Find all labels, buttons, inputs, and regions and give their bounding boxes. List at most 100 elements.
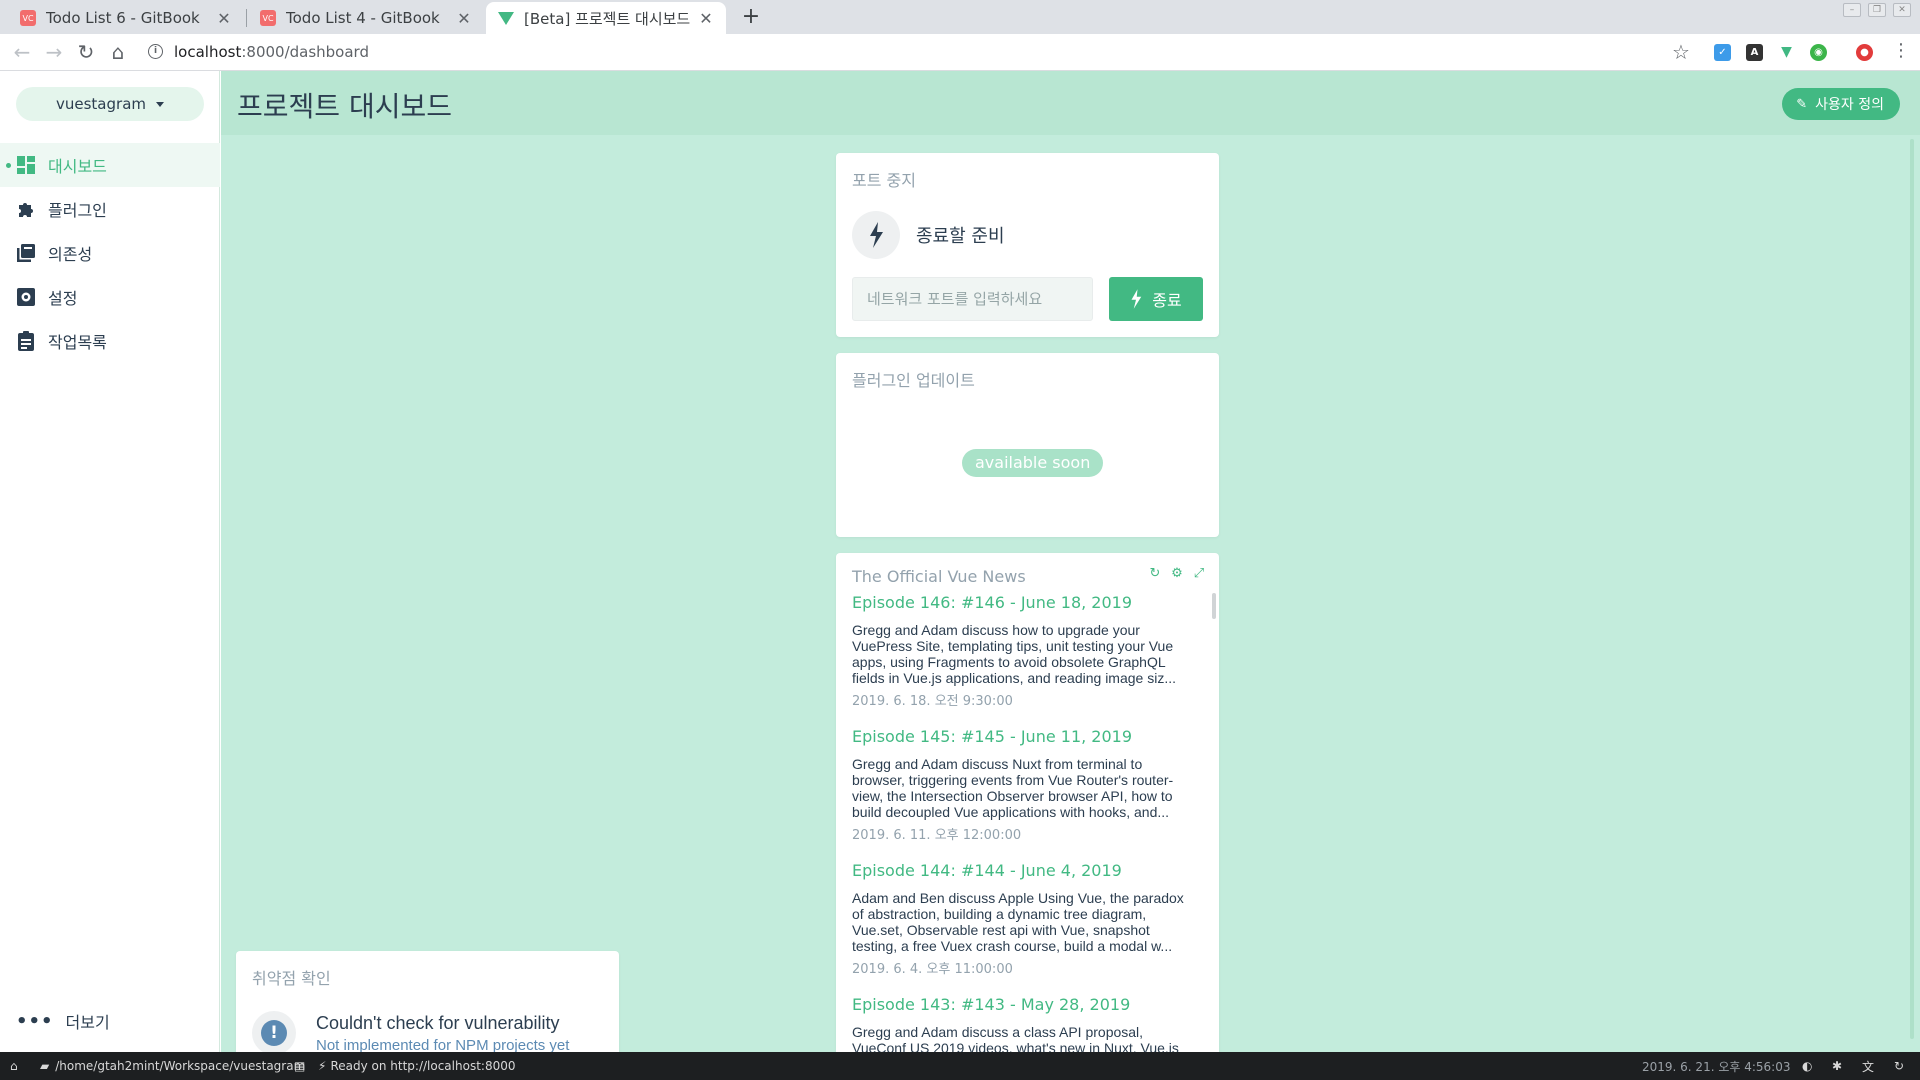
pencil-icon: ✎ <box>1796 96 1808 112</box>
minimize-button[interactable]: – <box>1843 3 1861 17</box>
tab-divider <box>246 9 247 27</box>
bookmark-star-icon[interactable]: ☆ <box>1672 40 1690 64</box>
info-icon[interactable]: i <box>148 44 163 59</box>
news-item[interactable]: Episode 144: #144 - June 4, 2019 Adam an… <box>852 861 1192 977</box>
home-icon[interactable]: ⌂ <box>10 1052 18 1080</box>
lightning-icon <box>1131 289 1142 309</box>
reload-button[interactable]: ↻ <box>72 38 100 66</box>
caret-down-icon <box>156 101 164 107</box>
news-title[interactable]: Episode 146: #146 - June 18, 2019 <box>852 593 1192 612</box>
news-title[interactable]: Episode 145: #145 - June 11, 2019 <box>852 727 1192 746</box>
puzzle-icon <box>16 199 36 219</box>
project-path-label: /home/gtah2mint/Workspace/vuestagram <box>55 1059 306 1073</box>
scrollbar[interactable] <box>1910 139 1914 1039</box>
close-icon[interactable]: ✕ <box>216 9 232 28</box>
sidebar-item-label: 플러그인 <box>48 201 107 220</box>
kill-port-status: 종료할 준비 <box>916 226 1005 247</box>
sidebar-item-tasks[interactable]: 작업목록 <box>0 319 220 363</box>
console-icon[interactable]: ▤ <box>294 1052 305 1080</box>
project-name: vuestagram <box>56 95 146 113</box>
gear-icon[interactable]: ⚙ <box>1169 565 1185 581</box>
project-selector[interactable]: vuestagram <box>16 87 204 121</box>
sidebar-item-label: 작업목록 <box>48 333 107 352</box>
browser-toolbar: ← → ↻ ⌂ i localhost:8000/dashboard ☆ ✓ A… <box>0 34 1920 71</box>
customize-button[interactable]: ✎ 사용자 정의 <box>1782 88 1900 120</box>
extension-icon[interactable]: ● <box>1856 44 1873 61</box>
address-bar[interactable]: localhost:8000/dashboard <box>174 43 369 61</box>
dark-mode-icon[interactable]: ◐ <box>1802 1052 1812 1080</box>
browser-tab[interactable]: VC Todo List 4 - GitBook ✕ <box>248 2 484 34</box>
news-item[interactable]: Episode 145: #145 - June 11, 2019 Gregg … <box>852 727 1192 843</box>
clock-label: 2019. 6. 21. 오후 4:56:03 <box>1642 1059 1791 1074</box>
sidebar-item-label: 의존성 <box>48 245 93 264</box>
alert-icon: ! <box>252 1011 296 1052</box>
browser-tab[interactable]: VC Todo List 6 - GitBook ✕ <box>8 2 244 34</box>
server-status: ⚡ Ready on http://localhost:8000 <box>318 1052 515 1080</box>
gitbook-icon: VC <box>260 10 276 26</box>
sidebar-item-label: 대시보드 <box>48 157 107 176</box>
home-button[interactable]: ⌂ <box>104 38 132 66</box>
tab-title: [Beta] 프로젝트 대시보드 - <box>524 9 692 28</box>
vulnerability-widget: 취약점 확인 ! Couldn't check for vulnerabilit… <box>236 951 619 1052</box>
kill-port-widget: 포트 중지 종료할 준비 종료 <box>836 153 1219 337</box>
news-description: Gregg and Adam discuss Nuxt from termina… <box>852 756 1174 820</box>
sidebar-item-label: 설정 <box>48 289 78 308</box>
folder-icon: ▰ <box>40 1059 50 1073</box>
refresh-icon[interactable]: ↻ <box>1147 565 1163 581</box>
news-title[interactable]: Episode 144: #144 - June 4, 2019 <box>852 861 1192 880</box>
widget-title: 취약점 확인 <box>252 969 331 988</box>
status-bar: ⌂ ▰ /home/gtah2mint/Workspace/vuestagram… <box>0 1052 1920 1080</box>
news-date: 2019. 6. 11. 오후 12:00:00 <box>852 828 1022 843</box>
clipboard-icon <box>16 331 36 351</box>
sidebar-item-settings[interactable]: 설정 <box>0 275 220 319</box>
tab-title: Todo List 6 - GitBook <box>46 9 200 27</box>
status-badge: available soon <box>962 449 1104 477</box>
news-description: Gregg and Adam discuss a class API propo… <box>852 1024 1179 1052</box>
news-description: Gregg and Adam discuss how to upgrade yo… <box>852 622 1176 686</box>
news-date: 2019. 6. 18. 오전 9:30:00 <box>852 694 1013 709</box>
extension-icon[interactable]: ✓ <box>1714 44 1731 61</box>
widget-title: The Official Vue News <box>852 567 1026 586</box>
close-icon[interactable]: ✕ <box>456 9 472 28</box>
news-item[interactable]: Episode 146: #146 - June 18, 2019 Gregg … <box>852 593 1192 709</box>
widget-actions: ↻ ⚙ ⤢ <box>1147 565 1207 581</box>
close-icon[interactable]: ✕ <box>698 9 714 28</box>
more-dots-icon: ••• <box>16 1010 54 1032</box>
more-label: 더보기 <box>65 1013 110 1032</box>
kill-button[interactable]: 종료 <box>1109 277 1203 321</box>
server-status-label: Ready on http://localhost:8000 <box>330 1059 516 1073</box>
gitbook-icon: VC <box>20 10 36 26</box>
widget-title: 포트 중지 <box>852 171 916 190</box>
sidebar-item-plugins[interactable]: 플러그인 <box>0 187 220 231</box>
lightning-icon <box>852 211 900 259</box>
library-icon <box>16 243 36 263</box>
port-input[interactable] <box>852 277 1093 321</box>
refresh-icon[interactable]: ↻ <box>1894 1052 1904 1080</box>
new-tab-button[interactable]: + <box>738 5 764 31</box>
sidebar-item-dashboard[interactable]: 대시보드 <box>0 143 220 187</box>
page-title: 프로젝트 대시보드 <box>237 90 452 123</box>
bug-icon[interactable]: ✱ <box>1832 1052 1842 1080</box>
browser-menu-icon[interactable]: ⋮ <box>1892 40 1910 61</box>
news-description: Adam and Ben discuss Apple Using Vue, th… <box>852 890 1184 954</box>
extension-icon[interactable]: A <box>1746 44 1763 61</box>
active-indicator <box>6 163 11 168</box>
sidebar-item-dependencies[interactable]: 의존성 <box>0 231 220 275</box>
forward-button[interactable]: → <box>40 38 68 66</box>
translate-icon[interactable]: 文 <box>1862 1052 1874 1080</box>
vue-icon <box>498 11 514 25</box>
project-path[interactable]: ▰ /home/gtah2mint/Workspace/vuestagram <box>40 1052 305 1080</box>
more-button[interactable]: ••• 더보기 <box>16 1009 110 1033</box>
vue-devtools-icon[interactable]: ▼ <box>1778 44 1795 61</box>
news-item[interactable]: Episode 143: #143 - May 28, 2019 Gregg a… <box>852 995 1192 1052</box>
scrollbar[interactable] <box>1212 593 1216 619</box>
back-button[interactable]: ← <box>8 38 36 66</box>
dashboard-icon <box>16 155 36 175</box>
fullscreen-icon[interactable]: ⤢ <box>1191 565 1207 581</box>
news-title[interactable]: Episode 143: #143 - May 28, 2019 <box>852 995 1192 1014</box>
customize-label: 사용자 정의 <box>1815 97 1884 113</box>
close-window-button[interactable]: ✕ <box>1893 3 1911 17</box>
maximize-button[interactable]: ❐ <box>1868 3 1886 17</box>
browser-tab-active[interactable]: [Beta] 프로젝트 대시보드 - ✕ <box>486 2 726 34</box>
extension-icon[interactable]: ◉ <box>1810 44 1827 61</box>
